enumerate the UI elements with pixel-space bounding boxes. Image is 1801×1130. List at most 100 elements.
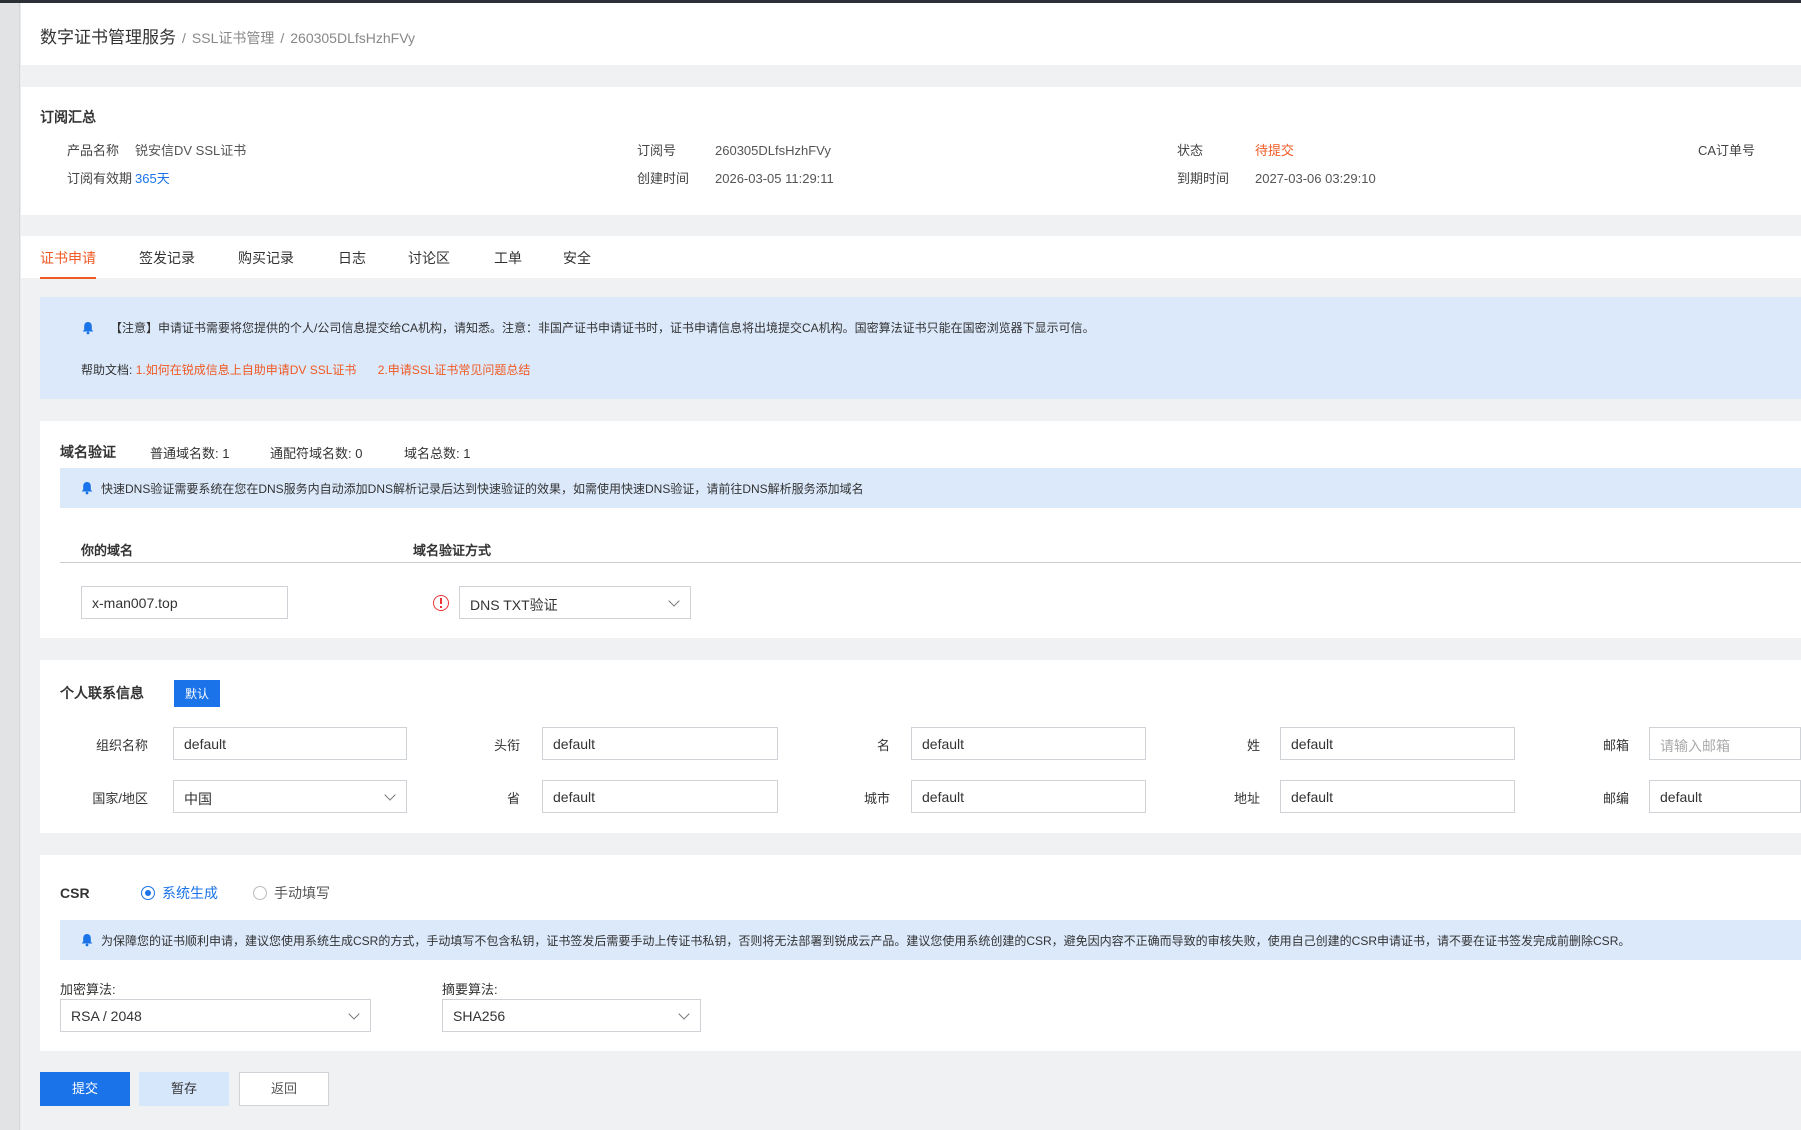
dns-info-banner: 快速DNS验证需要系统在您在DNS服务内自动添加DNS解析记录后达到快速验证的效…: [60, 468, 1801, 508]
alert-circle-icon: [433, 595, 449, 611]
header-bar: 数字证书管理服务 / SSL证书管理 / 260305DLfsHzhFVy: [21, 3, 1801, 65]
radio-selected-icon: [141, 886, 155, 900]
country-label: 国家/地区: [92, 791, 148, 806]
wildcard-domain-count: 通配符域名数: 0: [270, 446, 363, 461]
title-input[interactable]: default: [542, 727, 778, 760]
status-badge: 待提交: [1255, 143, 1295, 158]
help-link-1[interactable]: 1.如何在锐成信息上自助申请DV SSL证书: [136, 363, 357, 377]
province-label: 省: [506, 791, 520, 806]
expire-label: 到期时间: [1177, 171, 1230, 186]
validity-label: 订阅有效期: [67, 171, 133, 186]
breadcrumb-root[interactable]: 数字证书管理服务: [40, 28, 176, 47]
csr-option-auto-label: 系统生成: [162, 885, 218, 901]
csr-option-auto[interactable]: 系统生成: [141, 883, 218, 903]
first-name-input[interactable]: default: [911, 727, 1146, 760]
tab-issue-records[interactable]: 签发记录: [139, 248, 195, 268]
tab-logs[interactable]: 日志: [338, 248, 366, 268]
save-draft-button[interactable]: 暂存: [139, 1072, 229, 1106]
city-label: 城市: [863, 791, 890, 806]
zip-input[interactable]: default: [1649, 780, 1801, 813]
radio-unselected-icon: [253, 886, 267, 900]
csr-info-banner: 为保障您的证书顺利申请，建议您使用系统生成CSR的方式，手动填写不包含私钥，证书…: [60, 920, 1801, 960]
left-side-rail: [0, 3, 20, 1130]
created-value: 2026-03-05 11:29:11: [715, 171, 834, 186]
tab-purchase-records[interactable]: 购买记录: [238, 248, 294, 268]
org-input[interactable]: default: [173, 727, 407, 760]
submit-button[interactable]: 提交: [40, 1072, 130, 1106]
verification-method-select[interactable]: DNS TXT验证: [459, 586, 691, 619]
contact-info-card: 个人联系信息 默认 组织名称 default 头衔 default 名 defa…: [40, 660, 1801, 833]
expire-value: 2027-03-06 03:29:10: [1255, 171, 1376, 186]
title-label: 头衔: [493, 738, 520, 753]
summary-title: 订阅汇总: [40, 109, 96, 125]
validity-row: 订阅有效期 365天: [67, 168, 170, 187]
country-select[interactable]: 中国: [173, 780, 407, 813]
notice-text: 【注意】申请证书需要将您提供的个人/公司信息提交给CA机构，请知悉。注意：非国产…: [110, 321, 1095, 335]
status-row: 状态 待提交: [1177, 140, 1294, 159]
bell-icon: [81, 934, 93, 947]
domain-section-title: 域名验证: [60, 444, 116, 460]
tab-bar: 证书申请 签发记录 购买记录 日志 讨论区 工单 安全: [21, 236, 1801, 279]
city-input[interactable]: default: [911, 780, 1146, 813]
tab-cert-apply[interactable]: 证书申请: [40, 248, 96, 279]
created-label: 创建时间: [637, 171, 690, 186]
address-input[interactable]: default: [1280, 780, 1515, 813]
notice-banner: 【注意】申请证书需要将您提供的个人/公司信息提交给CA机构，请知悉。注意：非国产…: [40, 297, 1801, 399]
order-no-label: 订阅号: [637, 143, 677, 158]
province-input[interactable]: default: [542, 780, 778, 813]
breadcrumb: 数字证书管理服务 / SSL证书管理 / 260305DLfsHzhFVy: [40, 23, 415, 48]
product-name-value: 锐安信DV SSL证书: [135, 143, 247, 158]
breadcrumb-separator: /: [182, 30, 186, 46]
csr-card: CSR 系统生成 手动填写 为保障您的证书顺利申请，建议您使用系统生成CSR的方…: [40, 855, 1801, 1051]
total-domain-count: 域名总数: 1: [404, 446, 471, 461]
last-name-label: 姓: [1246, 738, 1260, 753]
email-label: 邮箱: [1602, 738, 1629, 753]
product-name-row: 产品名称 锐安信DV SSL证书: [67, 140, 246, 159]
tab-security[interactable]: 安全: [563, 248, 591, 268]
ca-order-row: CA订单号: [1698, 140, 1755, 159]
order-no-value: 260305DLfsHzhFVy: [715, 143, 831, 158]
domain-input[interactable]: x-man007.top: [81, 586, 288, 619]
bell-icon: [81, 482, 93, 495]
email-input[interactable]: 请输入邮箱: [1649, 727, 1801, 760]
breadcrumb-ssl[interactable]: SSL证书管理: [192, 30, 274, 46]
address-label: 地址: [1233, 791, 1260, 806]
encrypt-algo-label: 加密算法:: [60, 982, 116, 997]
dns-info-text: 快速DNS验证需要系统在您在DNS服务内自动添加DNS解析记录后达到快速验证的效…: [101, 482, 864, 496]
help-docs: 帮助文档: 1.如何在锐成信息上自助申请DV SSL证书 2.申请SSL证书常见…: [81, 361, 548, 378]
expire-row: 到期时间 2027-03-06 03:29:10: [1177, 168, 1376, 187]
col-header-method: 域名验证方式: [413, 543, 492, 558]
product-name-label: 产品名称: [67, 143, 120, 158]
subscription-summary: 订阅汇总 产品名称 锐安信DV SSL证书 订阅有效期 365天 订阅号 260305…: [21, 87, 1801, 215]
validity-value: 365天: [135, 171, 170, 186]
default-badge-button[interactable]: 默认: [174, 680, 221, 707]
first-name-label: 名: [876, 738, 890, 753]
table-divider: [60, 562, 1801, 563]
breadcrumb-separator: /: [280, 30, 285, 46]
tab-tickets[interactable]: 工单: [494, 248, 522, 268]
contact-section-title: 个人联系信息: [60, 685, 144, 701]
normal-domain-count: 普通域名数: 1: [150, 446, 230, 461]
csr-option-manual[interactable]: 手动填写: [253, 883, 330, 903]
help-link-2[interactable]: 2.申请SSL证书常见问题总结: [378, 363, 531, 377]
csr-section-title: CSR: [60, 885, 90, 901]
org-label: 组织名称: [95, 738, 148, 753]
bell-icon: [82, 322, 94, 335]
encrypt-algo-select[interactable]: RSA / 2048: [60, 999, 371, 1032]
col-header-domain: 你的域名: [81, 543, 134, 558]
tab-discussion[interactable]: 讨论区: [408, 248, 450, 268]
breadcrumb-current: 260305DLfsHzhFVy: [290, 30, 416, 46]
help-label: 帮助文档:: [81, 363, 133, 377]
order-no-row: 订阅号 260305DLfsHzhFVy: [637, 140, 831, 159]
status-label: 状态: [1177, 143, 1204, 158]
back-button[interactable]: 返回: [239, 1072, 329, 1106]
zip-label: 邮编: [1602, 791, 1629, 806]
csr-info-text: 为保障您的证书顺利申请，建议您使用系统生成CSR的方式，手动填写不包含私钥，证书…: [101, 934, 1631, 948]
page: 数字证书管理服务 / SSL证书管理 / 260305DLfsHzhFVy 订阅汇总 产…: [21, 3, 1801, 1130]
last-name-input[interactable]: default: [1280, 727, 1515, 760]
digest-algo-label: 摘要算法:: [442, 982, 498, 997]
digest-algo-select[interactable]: SHA256: [442, 999, 701, 1032]
domain-verification-card: 域名验证 普通域名数: 1 通配符域名数: 0 域名总数: 1 快速DNS验证需…: [40, 421, 1801, 638]
csr-option-manual-label: 手动填写: [274, 885, 330, 901]
ca-order-label: CA订单号: [1698, 143, 1756, 158]
